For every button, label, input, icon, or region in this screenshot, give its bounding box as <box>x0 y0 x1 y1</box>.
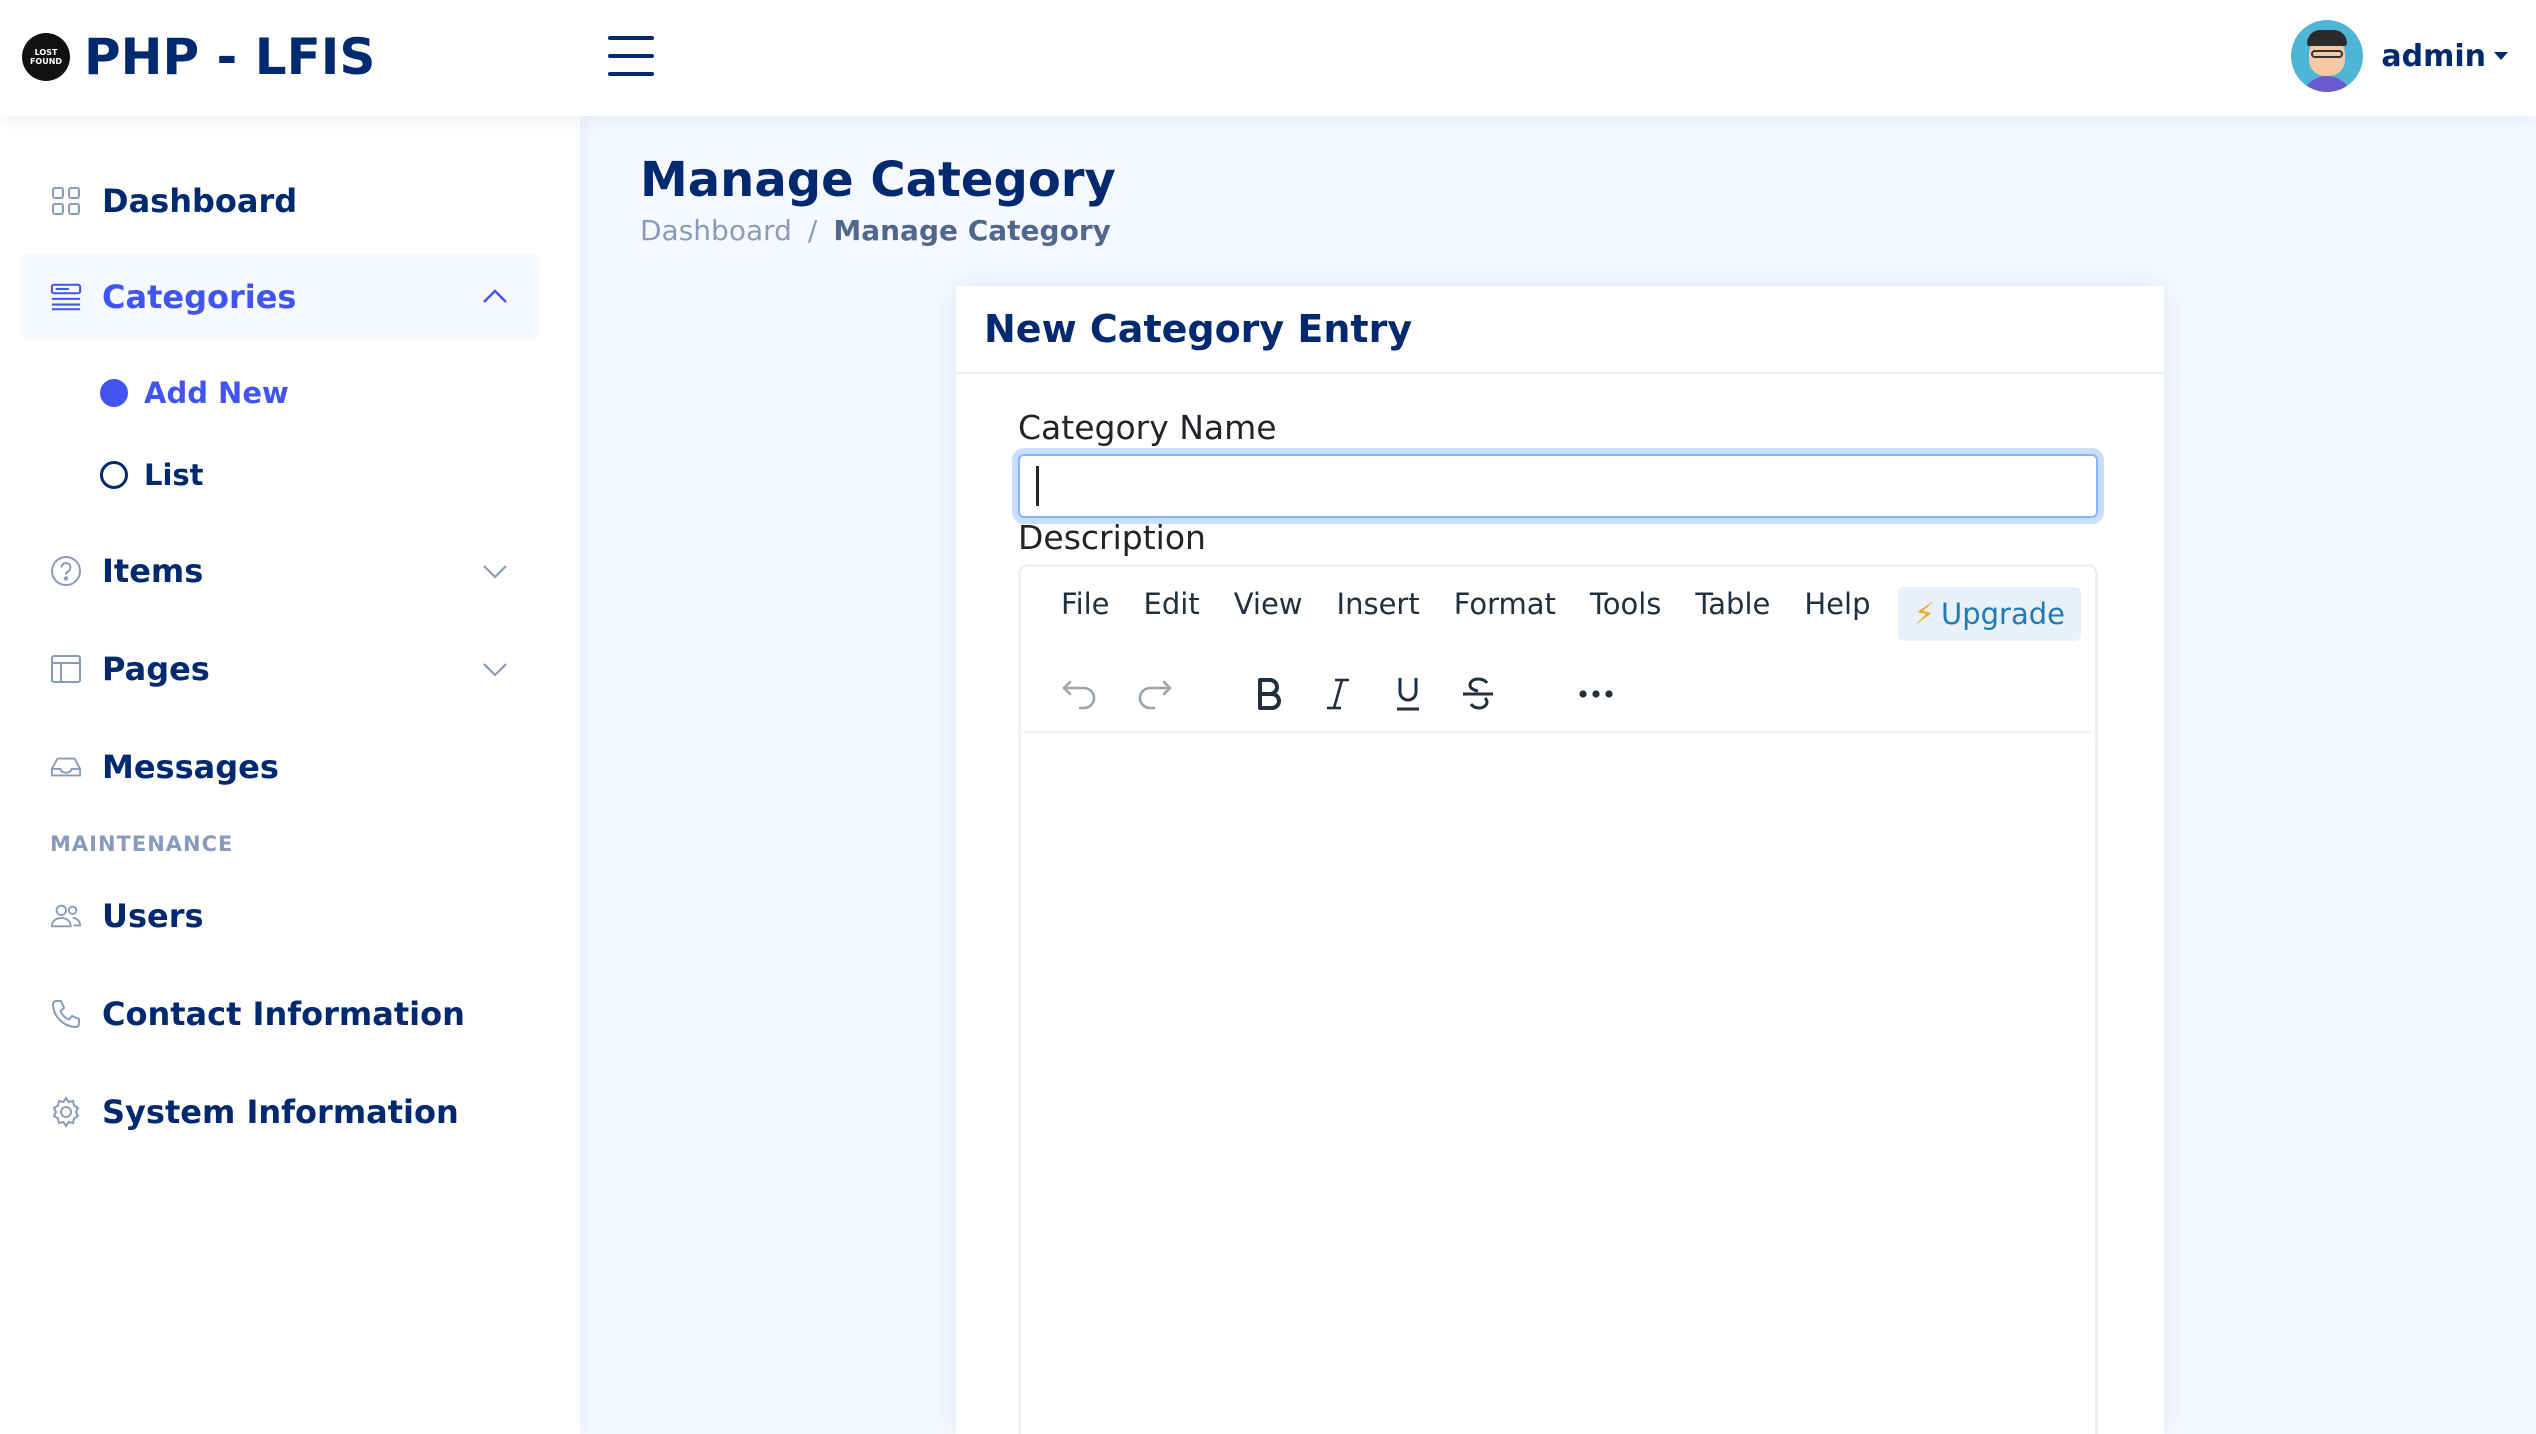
category-name-input[interactable] <box>1018 454 2098 518</box>
telephone-icon <box>50 998 82 1030</box>
question-circle-icon <box>50 555 82 587</box>
editor-toolbar <box>1021 651 2095 731</box>
more-icon[interactable] <box>1571 669 1621 719</box>
sidebar-subitem-list[interactable]: List <box>100 445 204 505</box>
chevron-down-icon <box>483 663 507 677</box>
chevron-down-icon <box>483 565 507 579</box>
rich-text-editor: File Edit View Insert Format Tools Table… <box>1018 564 2098 1434</box>
people-icon <box>50 900 82 932</box>
profile-dropdown[interactable]: admin <box>2291 20 2508 92</box>
editor-menu-format[interactable]: Format <box>1454 587 1556 621</box>
sidebar-item-items[interactable]: Items <box>20 528 540 614</box>
breadcrumb: Dashboard / Manage Category <box>640 214 1111 247</box>
editor-menu-table[interactable]: Table <box>1695 587 1770 621</box>
sidebar-item-system-information[interactable]: System Information <box>20 1069 540 1155</box>
sidebar-item-label: Categories <box>102 278 297 316</box>
chevron-up-icon <box>483 289 507 303</box>
breadcrumb-dashboard-link[interactable]: Dashboard <box>640 214 792 247</box>
card-header: New Category Entry <box>956 286 2164 374</box>
bold-icon[interactable] <box>1244 669 1294 719</box>
sidebar-item-label: Messages <box>102 748 279 786</box>
app-logo[interactable]: LOST FOUND PHP - LFIS <box>22 28 375 86</box>
lightning-icon: ⚡ <box>1913 596 1935 632</box>
upgrade-button[interactable]: ⚡ Upgrade <box>1897 587 2081 641</box>
editor-menu-insert[interactable]: Insert <box>1337 587 1420 621</box>
gear-icon <box>50 1096 82 1128</box>
avatar <box>2291 20 2364 92</box>
lost-found-logo-icon: LOST FOUND <box>22 33 70 81</box>
strikethrough-icon[interactable] <box>1453 669 1503 719</box>
sidebar-item-label: Contact Information <box>102 995 465 1033</box>
sidebar-heading-maintenance: MAINTENANCE <box>50 832 234 856</box>
category-name-label: Category Name <box>1018 408 1277 447</box>
sidebar-item-label: Items <box>102 552 204 590</box>
sidebar-item-label: Pages <box>102 650 210 688</box>
app-title: PHP - LFIS <box>84 28 376 86</box>
sidebar-item-label: Users <box>102 897 204 935</box>
profile-name: admin <box>2381 38 2486 74</box>
upgrade-label: Upgrade <box>1941 597 2065 631</box>
undo-icon[interactable] <box>1055 669 1105 719</box>
circle-icon <box>100 461 128 489</box>
sidebar-subitem-label: Add New <box>144 376 289 410</box>
sidebar-subitem-add-new[interactable]: Add New <box>100 363 289 423</box>
description-label: Description <box>1018 518 1206 557</box>
editor-menu-file[interactable]: File <box>1061 587 1110 621</box>
editor-menu-view[interactable]: View <box>1234 587 1303 621</box>
underline-icon[interactable] <box>1383 669 1433 719</box>
grid-icon <box>50 185 82 217</box>
sidebar-item-pages[interactable]: Pages <box>20 626 540 712</box>
logo-badge-text: LOST FOUND <box>29 48 63 66</box>
layout-icon <box>50 653 82 685</box>
sidebar-item-messages[interactable]: Messages <box>20 724 540 810</box>
editor-menu-tools[interactable]: Tools <box>1590 587 1661 621</box>
redo-icon[interactable] <box>1129 669 1179 719</box>
menu-button-icon <box>50 281 82 313</box>
category-form-card: New Category Entry Category Name Descrip… <box>956 286 2164 1434</box>
editor-menu-edit[interactable]: Edit <box>1144 587 1200 621</box>
sidebar-subitem-label: List <box>144 458 204 492</box>
card-title: New Category Entry <box>984 307 1413 351</box>
sidebar-item-label: System Information <box>102 1093 459 1131</box>
top-header: LOST FOUND PHP - LFIS admin <box>0 0 2536 116</box>
sidebar-item-contact-information[interactable]: Contact Information <box>20 971 540 1057</box>
sidebar-toggle-icon[interactable] <box>608 36 654 76</box>
caret-down-icon <box>2494 52 2508 60</box>
editor-content-area[interactable] <box>1021 737 2095 1434</box>
text-cursor <box>1036 466 1039 506</box>
circle-fill-icon <box>100 379 128 407</box>
page-title: Manage Category <box>640 152 1116 208</box>
sidebar-item-dashboard[interactable]: Dashboard <box>20 158 540 244</box>
sidebar-item-users[interactable]: Users <box>20 873 540 959</box>
sidebar: Dashboard Categories Add New List Items … <box>0 116 580 1434</box>
sidebar-item-label: Dashboard <box>102 182 298 220</box>
editor-menu-help[interactable]: Help <box>1804 587 1870 621</box>
sidebar-item-categories[interactable]: Categories <box>20 254 540 340</box>
breadcrumb-separator: / <box>807 214 818 247</box>
breadcrumb-current: Manage Category <box>833 214 1111 247</box>
inbox-icon <box>50 751 82 783</box>
italic-icon[interactable] <box>1313 669 1363 719</box>
